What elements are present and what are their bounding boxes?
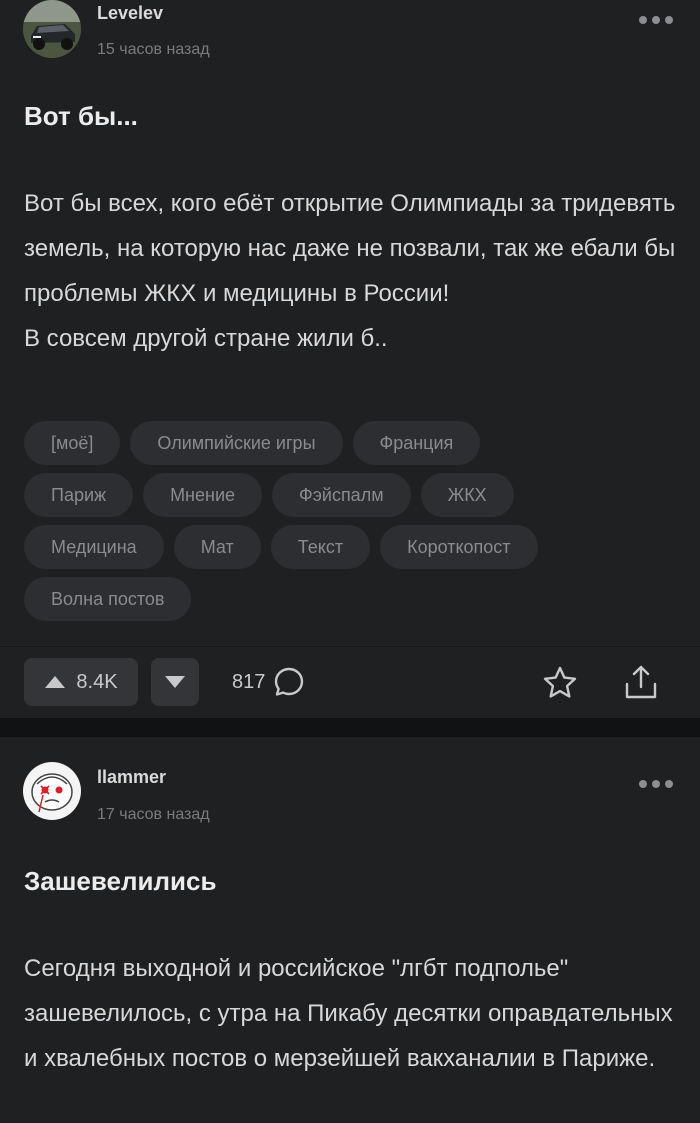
tag-list: [моё] Олимпийские игры Франция Париж Мне… [24, 421, 684, 629]
author-avatar[interactable] [23, 762, 81, 820]
share-button[interactable] [622, 663, 660, 701]
more-options-button[interactable] [639, 16, 673, 24]
star-icon [543, 666, 577, 698]
post-title[interactable]: Зашевелились [24, 866, 216, 897]
tag[interactable]: Фэйспалм [272, 473, 411, 517]
tag[interactable]: Короткопост [380, 525, 538, 569]
author-name[interactable]: llammer [97, 767, 166, 788]
arrow-up-icon [45, 676, 66, 688]
comments-count: 817 [232, 670, 266, 693]
upvote-button[interactable]: 8.4K [24, 658, 138, 706]
post-paragraph: В совсем другой стране жили б.. [24, 325, 388, 352]
downvote-button[interactable] [151, 658, 199, 706]
more-icon-dot [652, 16, 660, 24]
post-body: Вот бы всех, кого ебёт открытие Олимпиад… [24, 181, 684, 361]
post-time: 17 часов назад [97, 806, 210, 823]
comment-bubble-icon [275, 667, 304, 696]
arrow-down-icon [165, 676, 185, 688]
more-icon-dot [652, 780, 660, 788]
post-card: llammer 17 часов назад Зашевелились Сего… [0, 737, 700, 1123]
tag[interactable]: Медицина [24, 525, 164, 569]
more-icon-dot [665, 16, 673, 24]
tag[interactable]: Франция [352, 421, 481, 465]
car-avatar-icon [23, 0, 81, 58]
more-options-button[interactable] [639, 780, 673, 788]
post-title[interactable]: Вот бы... [24, 101, 138, 132]
tag[interactable]: ЖКХ [420, 473, 514, 517]
more-icon [639, 16, 647, 24]
tag[interactable]: Париж [24, 473, 134, 517]
author-avatar[interactable] [23, 0, 81, 58]
post-separator [0, 718, 700, 737]
tag[interactable]: Мат [173, 525, 261, 569]
feed: Levelev 15 часов назад Вот бы... Вот бы … [0, 0, 700, 1123]
post-time: 15 часов назад [97, 41, 210, 58]
tag[interactable]: Олимпийские игры [130, 421, 343, 465]
post-paragraph: Вот бы всех, кого ебёт открытие Олимпиад… [24, 190, 676, 307]
tag[interactable]: Мнение [143, 473, 263, 517]
cartoon-face-avatar-icon [23, 762, 81, 820]
save-button[interactable] [542, 665, 578, 701]
post-paragraph: Сегодня выходной и российское "лгбт подп… [24, 955, 673, 1072]
share-icon [625, 665, 657, 699]
post-card: Levelev 15 часов назад Вот бы... Вот бы … [0, 0, 700, 718]
more-icon [639, 780, 647, 788]
tag[interactable]: [моё] [24, 421, 121, 465]
post-body: Сегодня выходной и российское "лгбт подп… [24, 946, 684, 1081]
post-actions: 8.4K 817 [24, 658, 676, 706]
rating-value: 8.4K [76, 670, 118, 693]
tag[interactable]: Волна постов [24, 577, 192, 621]
more-icon-dot [665, 780, 673, 788]
tag[interactable]: Текст [270, 525, 371, 569]
author-name[interactable]: Levelev [97, 3, 163, 24]
comments-button[interactable]: 817 [232, 658, 305, 706]
divider [0, 646, 700, 647]
